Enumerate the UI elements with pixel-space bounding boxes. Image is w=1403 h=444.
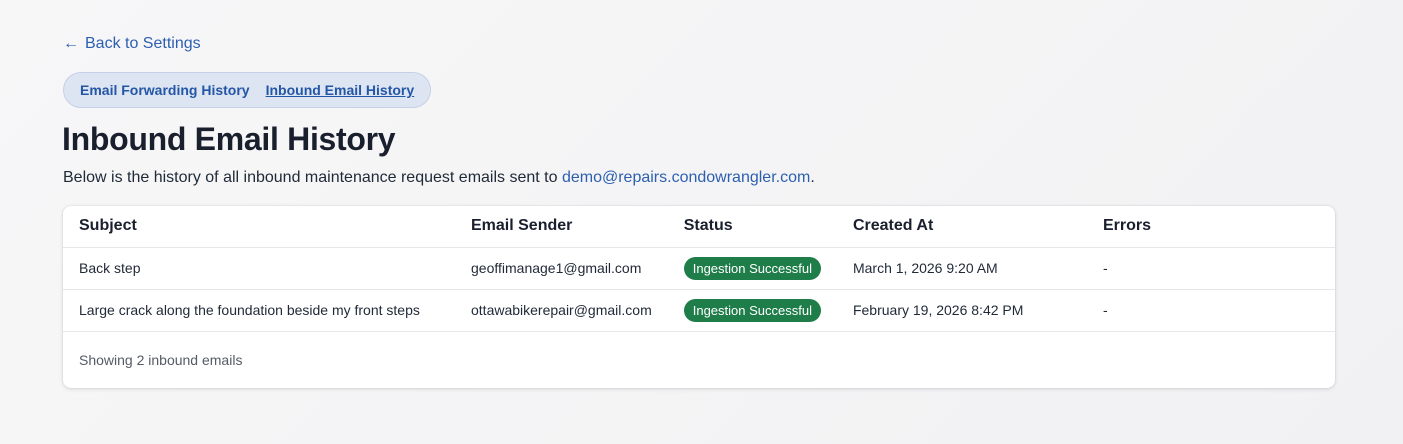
cell-errors: - (1086, 247, 1335, 290)
tab-email-forwarding-history[interactable]: Email Forwarding History (80, 82, 250, 98)
table-row: Large crack along the foundation beside … (63, 289, 1335, 332)
cell-subject: Back step (63, 247, 455, 290)
column-header-email-sender: Email Sender (455, 206, 668, 248)
status-badge: Ingestion Successful (683, 256, 821, 280)
inbound-email-table: Subject Email Sender Status Created At E… (63, 206, 1335, 332)
column-header-errors: Errors (1086, 206, 1335, 248)
table-footer-count: Showing 2 inbound emails (79, 351, 243, 368)
arrow-left-icon: ← (63, 35, 79, 52)
column-header-subject: Subject (63, 206, 455, 248)
cell-created-at: March 1, 2026 9:20 AM (836, 247, 1087, 290)
page-description: Below is the history of all inbound main… (63, 169, 815, 187)
column-header-created-at: Created At (836, 206, 1087, 248)
back-link-label: Back to Settings (85, 35, 201, 52)
cell-status: Ingestion Successful (667, 247, 837, 290)
table-row: Back step geoffimanage1@gmail.com Ingest… (63, 247, 1335, 290)
cell-email-sender: ottawabikerepair@gmail.com (455, 289, 668, 332)
page-title: Inbound Email History (62, 121, 396, 157)
description-text: Below is the history of all inbound main… (63, 169, 562, 186)
back-to-settings-link[interactable]: ← Back to Settings (63, 35, 201, 53)
description-suffix: . (810, 169, 815, 186)
status-badge: Ingestion Successful (683, 298, 821, 322)
column-header-status: Status (667, 206, 837, 248)
cell-errors: - (1086, 289, 1335, 332)
inbound-email-table-card: Subject Email Sender Status Created At E… (63, 206, 1335, 388)
cell-subject: Large crack along the foundation beside … (63, 289, 455, 332)
cell-status: Ingestion Successful (667, 289, 837, 332)
inbound-email-address-link[interactable]: demo@repairs.condowrangler.com (562, 169, 810, 186)
tab-inbound-email-history[interactable]: Inbound Email History (266, 82, 415, 98)
table-header-row: Subject Email Sender Status Created At E… (63, 206, 1335, 248)
cell-created-at: February 19, 2026 8:42 PM (836, 289, 1087, 332)
cell-email-sender: geoffimanage1@gmail.com (455, 247, 668, 290)
history-tabs: Email Forwarding History Inbound Email H… (63, 72, 431, 108)
